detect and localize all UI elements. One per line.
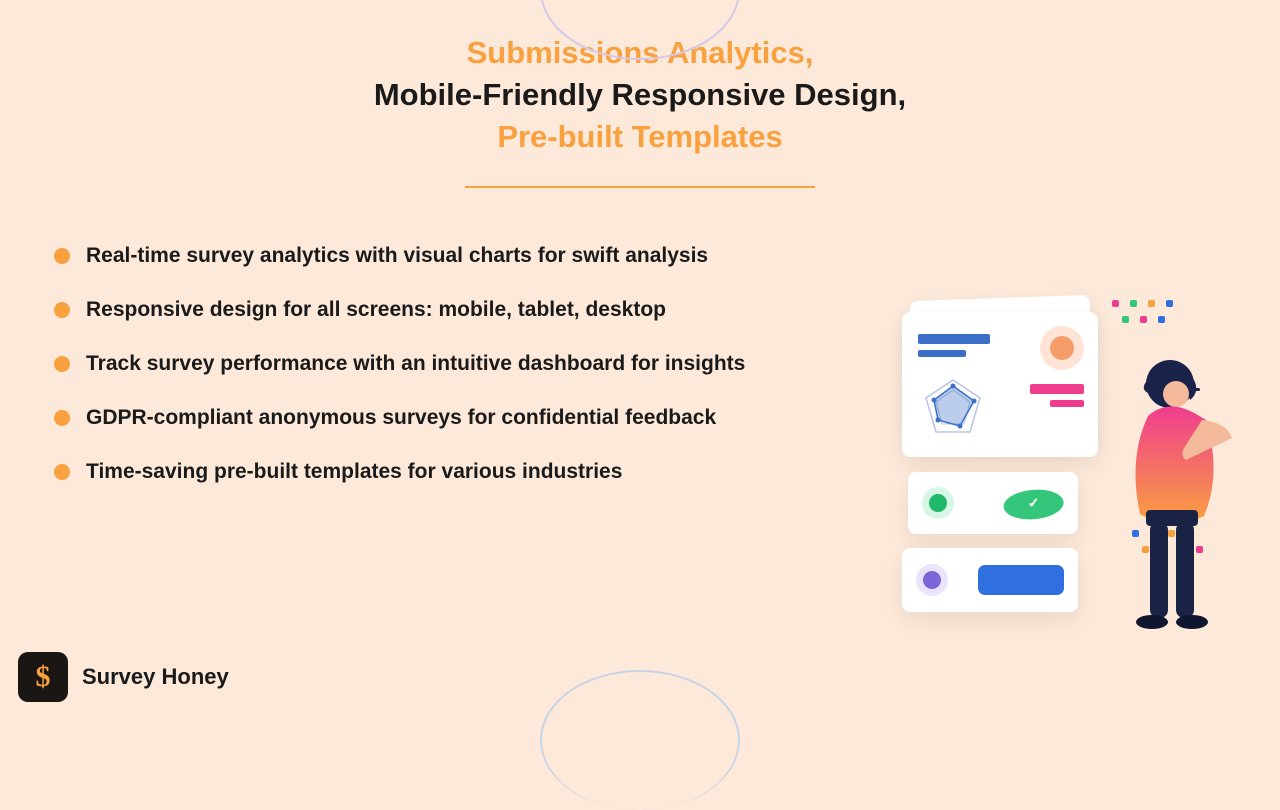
- bullet-icon: [54, 248, 70, 264]
- dashboard-card-front: [902, 312, 1098, 457]
- headline-line-2: Mobile-Friendly Responsive Design,: [0, 74, 1280, 116]
- bullet-icon: [54, 302, 70, 318]
- checkmark-icon: ✓: [1003, 487, 1069, 523]
- avatar-icon: [922, 487, 954, 519]
- feature-item: Real-time survey analytics with visual c…: [54, 244, 1280, 268]
- radar-chart-icon: [920, 376, 986, 442]
- person-illustration: [1092, 350, 1242, 650]
- header-divider: [465, 186, 815, 188]
- metric-bar: [918, 350, 966, 357]
- brand-logo-icon: $: [18, 652, 68, 702]
- feature-text: Responsive design for all screens: mobil…: [86, 298, 666, 322]
- bullet-icon: [54, 356, 70, 372]
- avatar-icon: [1040, 326, 1084, 370]
- metric-bar: [1050, 400, 1084, 407]
- headline-line-3: Pre-built Templates: [0, 116, 1280, 158]
- action-pill: [978, 565, 1064, 595]
- profile-card: [902, 548, 1078, 612]
- metric-bar: [918, 334, 990, 344]
- brand-name: Survey Honey: [82, 664, 229, 690]
- decorative-dots: [1112, 300, 1232, 340]
- profile-card: ✓: [908, 472, 1078, 534]
- metric-bar: [1030, 384, 1084, 394]
- bullet-icon: [54, 410, 70, 426]
- bullet-icon: [54, 464, 70, 480]
- feature-text: Real-time survey analytics with visual c…: [86, 244, 708, 268]
- avatar-icon: [916, 564, 948, 596]
- brand-footer: $ Survey Honey: [18, 652, 229, 702]
- feature-text: Time-saving pre-built templates for vari…: [86, 460, 622, 484]
- feature-text: Track survey performance with an intuiti…: [86, 352, 745, 376]
- feature-text: GDPR-compliant anonymous surveys for con…: [86, 406, 716, 430]
- hero-illustration: ✓: [902, 290, 1262, 650]
- decorative-arc-bottom: [540, 670, 740, 810]
